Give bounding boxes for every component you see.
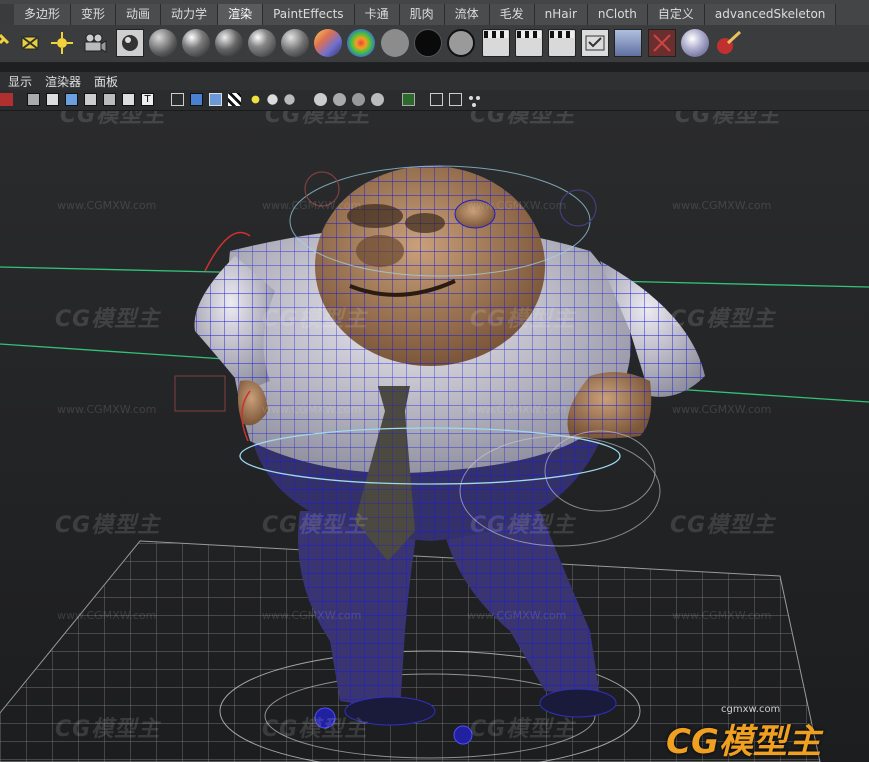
watermark-url: www.CGMXW.com (467, 403, 567, 416)
watermark-logo: CG模型主 (470, 717, 576, 742)
watermark-url: www.CGMXW.com (57, 403, 157, 416)
watermark-logo: CG模型主 (262, 307, 368, 332)
texture-icon[interactable] (228, 93, 241, 106)
lighting-selected-icon[interactable] (284, 94, 295, 105)
wireframe-cube-icon[interactable] (171, 93, 184, 106)
render-view-icon[interactable] (116, 29, 144, 57)
watermark-logo: CG模型主 (470, 513, 576, 538)
menu-show[interactable]: 显示 (8, 73, 32, 90)
resolution-gate-icon[interactable] (84, 93, 97, 106)
phongE-sphere-icon[interactable] (248, 29, 276, 57)
tab-polygons[interactable]: 多边形 (14, 4, 72, 25)
rainbow-sphere-icon[interactable] (347, 29, 375, 57)
watermark-logo: CG模型主 (670, 307, 776, 332)
watermark-logo: CG模型主 (265, 111, 371, 128)
brand-logo: CG模型主 (666, 722, 821, 762)
brand-watermark: cgmxw.com CG模型主 (666, 702, 866, 762)
hierarchy-icon[interactable] (468, 93, 481, 107)
camera-attributes-icon[interactable] (27, 93, 40, 106)
watermark-logo: CG模型主 (262, 717, 368, 742)
gray-swatch-icon[interactable] (381, 29, 409, 57)
hypershade-icon[interactable] (614, 29, 642, 57)
batch-clapper-icon[interactable] (548, 29, 576, 57)
panel-menu-bar: 显示 渲染器 面板 (0, 72, 869, 90)
watermark-url: www.CGMXW.com (262, 199, 362, 212)
xray-components-icon[interactable] (371, 93, 384, 106)
shaded-wire-icon[interactable] (209, 93, 222, 106)
tab-deform[interactable]: 变形 (71, 4, 117, 25)
watermark-logo: CG模型主 (55, 307, 161, 332)
lighting-all-icon[interactable] (267, 94, 278, 105)
render-clapper-icon[interactable] (482, 29, 510, 57)
xray-icon[interactable] (333, 93, 346, 106)
image-plane-icon[interactable] (65, 93, 78, 106)
watermark-logo: CG模型主 (60, 111, 166, 128)
watermark-url: www.CGMXW.com (672, 403, 772, 416)
tab-nhair[interactable]: nHair (534, 4, 588, 25)
tab-painteffects[interactable]: PaintEffects (263, 4, 355, 25)
watermark-url: www.CGMXW.com (57, 609, 157, 622)
tab-fluids[interactable]: 流体 (444, 4, 490, 25)
perspective-viewport[interactable]: CG模型主 CG模型主 CG模型主 CG模型主 www.CGMXW.com ww… (0, 111, 869, 762)
xray-joints-icon[interactable] (352, 93, 365, 106)
watermark-logo: CG模型主 (262, 513, 368, 538)
gray-ring-swatch-icon[interactable] (447, 29, 475, 57)
tab-muscle[interactable]: 肌肉 (399, 4, 445, 25)
black-swatch-icon[interactable] (414, 29, 442, 57)
mental-ray-icon[interactable] (681, 29, 709, 57)
bookmark-icon[interactable] (46, 93, 59, 106)
watermark-logo: CG模型主 (670, 513, 776, 538)
isolate-select-icon[interactable] (402, 93, 415, 106)
tab-advancedskeleton[interactable]: advancedSkeleton (704, 4, 837, 25)
watermark-logo: CG模型主 (470, 307, 576, 332)
watermark-logo: CG模型主 (675, 111, 781, 128)
tab-fur[interactable]: 毛发 (489, 4, 535, 25)
sun-icon[interactable] (48, 29, 76, 57)
watermark-url: www.CGMXW.com (467, 609, 567, 622)
text-icon[interactable]: T (141, 93, 154, 106)
render-settings-icon[interactable] (581, 29, 609, 57)
camera-select-icon[interactable] (0, 93, 13, 106)
cube-view-icon[interactable] (430, 93, 443, 106)
lambert-sphere-icon[interactable] (149, 29, 177, 57)
menu-panels[interactable]: 面板 (94, 73, 118, 90)
watermark-url: www.CGMXW.com (57, 199, 157, 212)
ramp-shader-icon[interactable] (314, 29, 342, 57)
paint-brush-icon[interactable] (714, 29, 742, 57)
shelf-tab-bar: 多边形 变形 动画 动力学 渲染 PaintEffects 卡通 肌肉 流体 毛… (0, 0, 869, 26)
watermark-logo: CG模型主 (470, 111, 576, 128)
panel-toolbar: T (0, 90, 869, 111)
ipr-clapper-icon[interactable] (515, 29, 543, 57)
watermark-url: www.CGMXW.com (262, 403, 362, 416)
shelf-icon-bar (0, 25, 869, 63)
grid-view-icon[interactable] (103, 93, 116, 106)
smooth-shade-icon[interactable] (190, 93, 203, 106)
watermark-logo: CG模型主 (55, 717, 161, 742)
watermark-url: www.CGMXW.com (467, 199, 567, 212)
hand-controller[interactable] (174, 375, 226, 412)
tab-custom[interactable]: 自定义 (647, 4, 705, 25)
watermark-url: www.CGMXW.com (672, 609, 772, 622)
shelf-menu-arrow[interactable] (0, 4, 14, 25)
blinn-sphere-icon[interactable] (182, 29, 210, 57)
render-region-icon[interactable] (648, 29, 676, 57)
tab-dynamics[interactable]: 动力学 (161, 4, 219, 25)
phong-sphere-icon[interactable] (215, 29, 243, 57)
tab-animation[interactable]: 动画 (116, 4, 162, 25)
tab-toon[interactable]: 卡通 (354, 4, 400, 25)
multi-view-icon[interactable] (449, 93, 462, 106)
shadows-icon[interactable] (314, 93, 327, 106)
watermark-logo: CG模型主 (55, 513, 161, 538)
menu-renderer[interactable]: 渲染器 (45, 73, 81, 90)
tab-ncloth[interactable]: nCloth (587, 4, 648, 25)
film-gate-icon[interactable] (122, 93, 135, 106)
camera-icon[interactable] (80, 29, 108, 57)
tab-rendering[interactable]: 渲染 (218, 4, 264, 25)
watermark-url: www.CGMXW.com (262, 609, 362, 622)
light-icon[interactable] (16, 29, 44, 57)
watermark-url: www.CGMXW.com (672, 199, 772, 212)
anisotropic-sphere-icon[interactable] (281, 29, 309, 57)
lighting-default-icon[interactable] (251, 95, 260, 104)
